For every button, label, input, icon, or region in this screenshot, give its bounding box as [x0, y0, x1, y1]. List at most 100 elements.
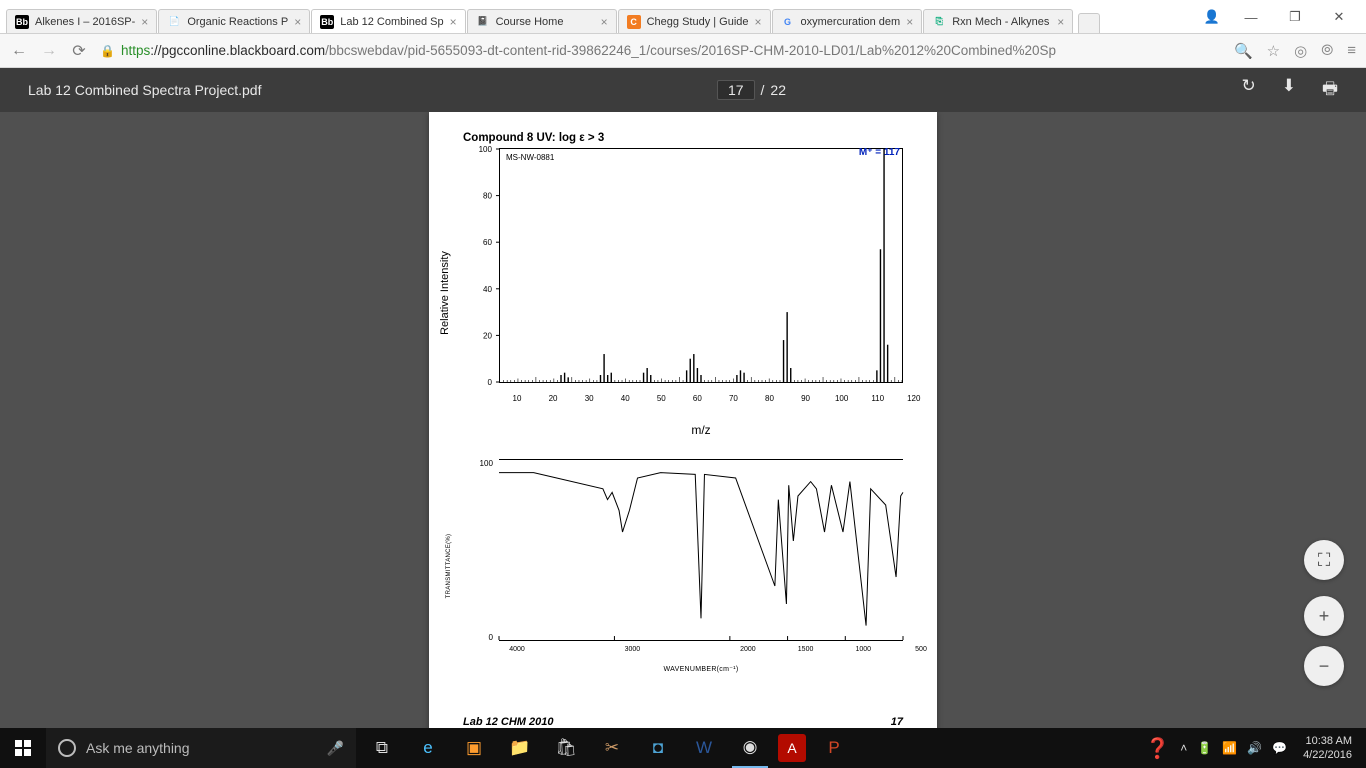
- tab-label: Lab 12 Combined Sp: [340, 16, 443, 28]
- tab-label: Course Home: [496, 16, 595, 28]
- page-current-input[interactable]: 17: [717, 80, 755, 100]
- maximize-button[interactable]: ❐: [1282, 9, 1308, 25]
- browser-tab[interactable]: 📄 Organic Reactions P ×: [158, 9, 310, 33]
- cortana-search[interactable]: Ask me anything 🎤: [46, 728, 356, 768]
- url-field[interactable]: 🔒 https://pgcconline.blackboard.com/bbcs…: [100, 43, 1222, 58]
- edge-icon[interactable]: e: [410, 728, 446, 768]
- tab-label: Alkenes I – 2016SP-: [35, 16, 135, 28]
- lock-icon: 🔒: [100, 44, 115, 58]
- svg-text:500: 500: [915, 646, 927, 653]
- chrome-icon[interactable]: ◉: [732, 728, 768, 768]
- task-view-button[interactable]: ⧉: [364, 728, 400, 768]
- cortana-placeholder: Ask me anything: [86, 740, 190, 756]
- taskbar: Ask me anything 🎤 ⧉ e ▣ 📁 🛍 ✂ ◘ W ◉ A P …: [0, 728, 1366, 768]
- clock-time: 10:38 AM: [1303, 734, 1352, 748]
- browser-tab[interactable]: ⎘Rxn Mech - Alkynes×: [923, 9, 1073, 33]
- url-proto: https: [121, 43, 150, 58]
- chrome-menu-icon[interactable]: ≡: [1347, 42, 1356, 59]
- close-tab-icon[interactable]: ×: [141, 15, 148, 29]
- tab-label: Chegg Study | Guide: [647, 16, 749, 28]
- svg-text:100: 100: [479, 459, 493, 468]
- favicon-icon: Bb: [15, 15, 29, 29]
- powerpoint-icon[interactable]: P: [816, 728, 852, 768]
- close-tab-icon[interactable]: ×: [755, 15, 762, 29]
- browser-tabs: Bb Alkenes I – 2016SP- × 📄 Organic Reactions…: [0, 8, 1366, 34]
- svg-text:0: 0: [487, 378, 492, 387]
- battery-icon[interactable]: 🔋: [1197, 741, 1212, 755]
- minimize-button[interactable]: —: [1238, 10, 1264, 25]
- browser-tab[interactable]: C Chegg Study | Guide ×: [618, 9, 771, 33]
- action-center-icon[interactable]: 💬: [1272, 741, 1287, 755]
- reload-button[interactable]: ⟳: [70, 41, 88, 61]
- snip-icon[interactable]: ✂: [594, 728, 630, 768]
- svg-text:30: 30: [585, 394, 594, 403]
- address-bar: ← → ⟳ 🔒 https://pgcconline.blackboard.co…: [0, 34, 1366, 68]
- user-icon[interactable]: 👤: [1204, 9, 1220, 25]
- zoom-out-button[interactable]: −: [1304, 646, 1344, 686]
- mic-icon[interactable]: 🎤: [327, 740, 344, 757]
- wifi-icon[interactable]: 📶: [1222, 741, 1237, 755]
- ext2-icon[interactable]: ⦾: [1321, 42, 1333, 59]
- favicon-icon: 📓: [476, 15, 490, 29]
- close-tab-icon[interactable]: ×: [906, 15, 913, 29]
- tray-overflow-icon[interactable]: ˄: [1180, 741, 1187, 755]
- video-icon[interactable]: ▣: [456, 728, 492, 768]
- svg-text:40: 40: [621, 394, 630, 403]
- page-indicator: 17 / 22: [717, 80, 786, 100]
- forward-button[interactable]: →: [40, 42, 58, 60]
- pdf-toolbar: Lab 12 Combined Spectra Project.pdf 17 /…: [0, 68, 1366, 112]
- clock-date: 4/22/2016: [1303, 748, 1352, 762]
- browser-tab[interactable]: 📓 Course Home ×: [467, 9, 617, 33]
- hp-icon[interactable]: ◘: [640, 728, 676, 768]
- ext1-icon[interactable]: ◎: [1294, 42, 1307, 60]
- pdf-title: Lab 12 Combined Spectra Project.pdf: [28, 82, 261, 98]
- browser-tab[interactable]: Bb Alkenes I – 2016SP- ×: [6, 9, 157, 33]
- word-icon[interactable]: W: [686, 728, 722, 768]
- zoom-icon[interactable]: 🔍: [1234, 42, 1253, 60]
- back-button[interactable]: ←: [10, 42, 28, 60]
- close-tab-icon[interactable]: ×: [1057, 15, 1064, 29]
- print-button[interactable]: 🖶: [1322, 76, 1338, 105]
- file-explorer-icon[interactable]: 📁: [502, 728, 538, 768]
- bookmark-star-icon[interactable]: ☆: [1267, 42, 1280, 60]
- svg-text:10: 10: [513, 394, 522, 403]
- svg-text:4000: 4000: [509, 646, 525, 653]
- page-sep: /: [761, 82, 765, 98]
- close-tab-icon[interactable]: ×: [601, 15, 608, 29]
- url-host: ://pgcconline.blackboard.com: [150, 43, 325, 58]
- rotate-button[interactable]: ↻: [1241, 76, 1255, 105]
- svg-text:60: 60: [693, 394, 702, 403]
- svg-text:70: 70: [729, 394, 738, 403]
- close-tab-icon[interactable]: ×: [450, 15, 457, 29]
- svg-text:0: 0: [488, 633, 493, 642]
- svg-text:100: 100: [479, 145, 493, 154]
- close-window-button[interactable]: ✕: [1326, 9, 1352, 25]
- start-button[interactable]: [0, 728, 46, 768]
- svg-text:20: 20: [483, 331, 492, 340]
- browser-tab[interactable]: BbLab 12 Combined Sp×: [311, 9, 465, 33]
- close-tab-icon[interactable]: ×: [294, 15, 301, 29]
- volume-icon[interactable]: 🔊: [1247, 741, 1262, 755]
- favicon-icon: 📄: [167, 15, 181, 29]
- new-tab-button[interactable]: [1078, 13, 1100, 33]
- adobe-reader-icon[interactable]: A: [778, 734, 806, 762]
- svg-text:120: 120: [907, 394, 921, 403]
- store-icon[interactable]: 🛍: [548, 728, 584, 768]
- clock[interactable]: 10:38 AM 4/22/2016: [1297, 734, 1358, 762]
- tab-label: Organic Reactions P: [187, 16, 288, 28]
- page-total: 22: [770, 82, 786, 98]
- help-icon[interactable]: ❓: [1145, 736, 1170, 761]
- svg-text:40: 40: [483, 285, 492, 294]
- zoom-in-button[interactable]: +: [1304, 596, 1344, 636]
- browser-tab[interactable]: Goxymercuration dem×: [772, 9, 923, 33]
- pdf-viewer[interactable]: Compound 8 UV: log ε > 3 Relative Intens…: [0, 112, 1366, 728]
- ms-x-axis-label: m/z: [499, 423, 903, 437]
- svg-text:80: 80: [483, 192, 492, 201]
- footer-left: Lab 12 CHM 2010: [463, 716, 553, 728]
- favicon-icon: C: [627, 15, 641, 29]
- svg-text:20: 20: [549, 394, 558, 403]
- download-button[interactable]: ⬇: [1282, 76, 1296, 105]
- ir-spectrum-chart: 1000: [499, 459, 903, 641]
- fit-page-button[interactable]: ⛶: [1304, 540, 1344, 580]
- footer-right: 17: [891, 716, 903, 728]
